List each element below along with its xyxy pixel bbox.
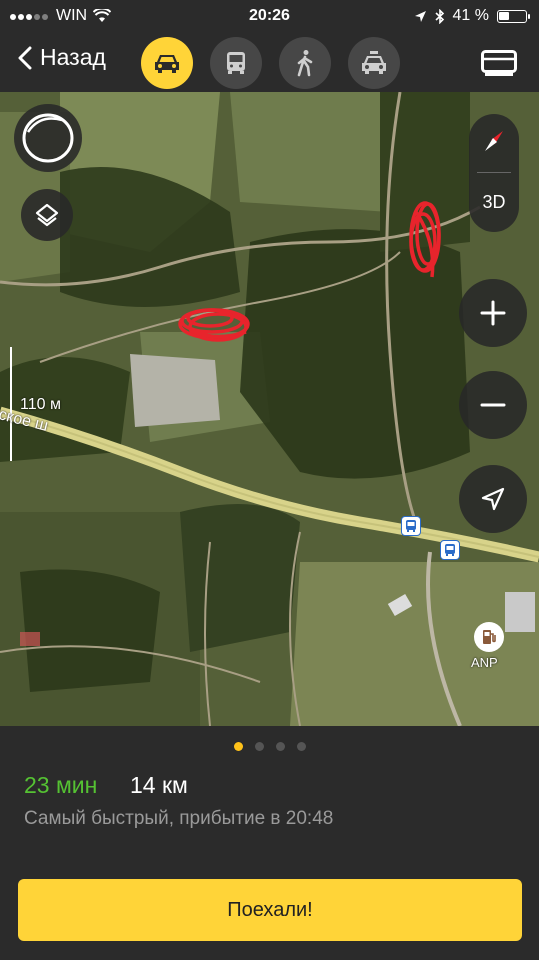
bus-stop-marker[interactable] (440, 540, 460, 560)
zoom-out-button[interactable] (459, 371, 527, 439)
battery-icon (497, 9, 530, 23)
pager-dot[interactable] (233, 742, 243, 751)
mode-walk-button[interactable] (279, 37, 331, 89)
compass-3d-group: 3D (469, 114, 519, 232)
mode-bus-button[interactable] (210, 37, 262, 89)
car-icon (155, 55, 179, 73)
bus-stop-marker[interactable] (401, 516, 421, 536)
walk-icon (297, 50, 313, 77)
start-navigation-button[interactable]: Поехали! (18, 879, 522, 941)
red-scribble-marker (178, 308, 250, 342)
pager-dot[interactable] (254, 742, 264, 751)
pager-dot[interactable] (275, 742, 285, 751)
mode-car-button[interactable] (141, 37, 193, 89)
satellite-imagery (0, 92, 539, 726)
scale-bar (10, 347, 12, 461)
bluetooth-icon (434, 8, 444, 24)
back-label: Назад (40, 44, 106, 70)
pager-dot[interactable] (296, 742, 306, 751)
bus-stop-icon (406, 520, 416, 532)
route-description: Самый быстрый, прибытие в 20:48 (24, 808, 334, 829)
route-distance: 14 км (130, 772, 188, 798)
zoom-in-button[interactable] (459, 279, 527, 347)
list-icon (481, 50, 517, 76)
taxi-icon (362, 51, 386, 74)
status-bar: WIN 20:26 41 % (0, 0, 539, 34)
route-panel: 23 мин 14 км Самый быстрый, прибытие в 2… (0, 726, 539, 960)
compass-icon (485, 131, 503, 151)
view-3d-button[interactable]: 3D (469, 192, 519, 213)
compass-button[interactable] (479, 126, 509, 156)
scale-label: 110 м (20, 396, 61, 413)
chevron-left-icon (18, 46, 32, 69)
location-arrow-icon (414, 10, 426, 22)
bus-stop-icon (445, 544, 455, 556)
route-duration: 23 мин (24, 772, 98, 798)
minus-icon (480, 403, 506, 407)
routes-list-button[interactable] (481, 50, 517, 81)
mode-taxi-button[interactable] (348, 37, 400, 89)
layers-icon (35, 203, 59, 227)
bus-icon (227, 52, 245, 74)
navigation-arrow-icon (481, 487, 505, 511)
fuel-station-label: ANP (471, 655, 498, 670)
user-avatar-button[interactable] (14, 104, 82, 172)
status-right: 41 % (414, 7, 530, 25)
avatar-circle-icon (22, 113, 74, 163)
top-bar: Назад (0, 34, 539, 92)
map-view[interactable]: 3D 110 м ское ш ANP (0, 92, 539, 726)
battery-percent: 41 % (452, 7, 489, 24)
layers-button[interactable] (21, 189, 73, 241)
fuel-station-marker[interactable] (474, 622, 504, 652)
plus-icon (480, 300, 506, 326)
fuel-pump-icon (483, 630, 496, 644)
my-location-button[interactable] (459, 465, 527, 533)
back-button[interactable]: Назад (18, 44, 106, 71)
route-pager[interactable] (0, 742, 539, 751)
compass-divider (477, 172, 511, 173)
